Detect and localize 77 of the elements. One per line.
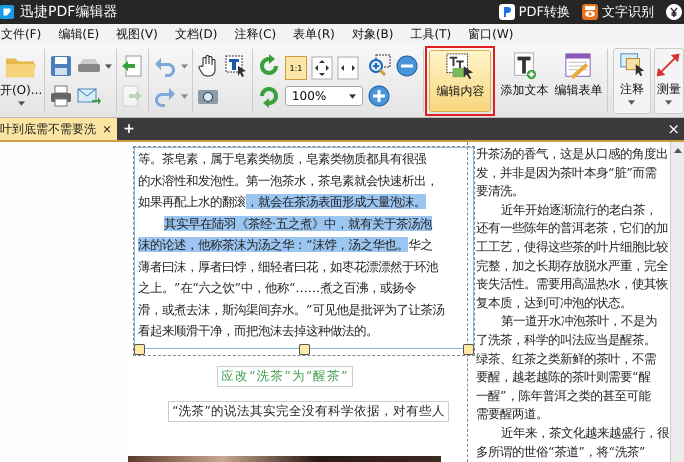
scrollbar[interactable]: [670, 142, 684, 462]
page-arrow-icon[interactable]: [120, 54, 144, 78]
text-line: 看起来顺滑干净，而把泡沫去掉这种做法的。: [138, 322, 379, 340]
text-line: 了洗茶，科学的叫法应当是醒茶。: [476, 330, 657, 349]
app-logo-icon: [0, 4, 14, 20]
text-line: 沫的论述，他称茶沫为汤之华：“沫饽，汤之华也。华之: [138, 236, 434, 254]
text-line: 一醒”，陈年普洱之类的甚至可能: [476, 386, 652, 405]
zoom-in-icon[interactable]: [366, 84, 391, 108]
title-action-button[interactable]: PDF转换: [492, 3, 576, 21]
caret-icon: [180, 94, 188, 98]
menu-item[interactable]: 文档(D): [174, 26, 218, 43]
text-line: 还有一些陈年的普洱老茶，它们的加: [476, 219, 669, 238]
caret-icon: [348, 94, 356, 98]
text-line: 工工艺，使得这些茶的叶片细胞比较: [476, 238, 669, 256]
caret-icon: [628, 100, 636, 105]
zoom-field[interactable]: 100%: [284, 86, 363, 106]
caret-icon: [18, 101, 25, 106]
text-line: 的水溶性和发泡性。第一泡茶水，茶皂素就会快速析出，: [138, 172, 439, 190]
edit-content-button[interactable]: 编辑内容: [429, 50, 492, 112]
zoom-out-icon[interactable]: [394, 54, 419, 78]
text-line: 薄者曰沫，厚者曰饽，细轻者曰花，如枣花漂漂然于环池: [138, 258, 440, 276]
measure-button[interactable]: 测量: [654, 48, 684, 114]
annotate-button[interactable]: 注释: [612, 48, 651, 114]
caret-icon: [180, 64, 188, 68]
text-block-frame[interactable]: [133, 146, 475, 356]
text-line: 要醒，越老越陈的茶叶则需要“醒: [476, 368, 652, 386]
text-line: 升茶汤的香气，这是从口感的角度出: [476, 145, 669, 163]
text-line: 近年来，茶文化越来越盛行，很: [500, 424, 669, 442]
text-select-icon[interactable]: [224, 54, 248, 78]
menu-item[interactable]: 视图(V): [116, 26, 158, 43]
resize-handle[interactable]: [463, 344, 474, 354]
new-tab-button[interactable]: +: [123, 121, 135, 137]
menu-item[interactable]: 编辑(E): [58, 26, 100, 43]
menu-item[interactable]: 工具(T): [410, 26, 452, 43]
text-line: 如果再配上水的翻滚，就会在茶汤表面形成大量泡沫。: [138, 193, 427, 211]
document-tab[interactable]: 叶到底需不需要洗 ×: [0, 118, 118, 140]
form-pencil-icon: [563, 52, 594, 80]
edit-text-icon: [445, 53, 476, 81]
edit-form-button[interactable]: 编辑表单: [551, 50, 606, 112]
text-line: 之上。”在“六之饮”中，他称“……煮之百沸，或扬令: [138, 279, 418, 297]
text-line: 多所谓的世俗“茶道”，将“洗茶”: [476, 442, 646, 460]
text-line: 丧失活性。需要用高温热水，使其恢: [476, 275, 669, 294]
menu-item[interactable]: 表单(R): [293, 26, 335, 43]
text-line: 需要醒两道。: [476, 405, 549, 424]
zoom-area-icon[interactable]: [366, 54, 391, 78]
close-tab-button[interactable]: ×: [102, 122, 112, 136]
caption-text: 应改“洗茶”为“醒茶”: [217, 366, 353, 386]
caret-icon: [665, 100, 672, 105]
add-text-button[interactable]: 添加文本: [497, 50, 552, 112]
menu-item[interactable]: 窗口(W): [468, 26, 514, 43]
resize-handle[interactable]: [134, 344, 145, 354]
text-line: 滑，或煮去沫，斯沟渠间弃水。”可见他是批评为了让茶汤: [138, 300, 444, 318]
text-line: 等。茶皂素，属于皂素类物质，皂素类物质都具有很强: [138, 150, 428, 168]
window-title: 迅捷PDF编辑器: [20, 3, 118, 21]
close-button[interactable]: ×: [667, 120, 680, 138]
text-line: 近年开始逐渐流行的老白茶，: [500, 200, 658, 219]
text-line: 发，并非是因为茶叶本身“脏”而需: [476, 164, 658, 182]
open-button[interactable]: 开(O)...: [0, 50, 42, 112]
resize-handle[interactable]: [299, 344, 310, 354]
menu-item[interactable]: 文件(F): [1, 26, 42, 43]
actual-size-button[interactable]: 1:1: [284, 56, 307, 80]
menu-item[interactable]: 对象(B): [352, 26, 394, 43]
eye-icon: [582, 4, 598, 20]
fit-width-icon[interactable]: [336, 56, 359, 80]
menu-item[interactable]: 注释(C): [234, 26, 276, 43]
text-line: 第一道开水冲泡茶叶，不是为: [500, 312, 658, 330]
yen-icon[interactable]: [666, 4, 682, 20]
text-line: 绿茶、红茶之类新鲜的茶叶，不需: [476, 350, 657, 368]
printer-icon[interactable]: [48, 84, 73, 108]
title-action-button[interactable]: 文字识别: [576, 3, 660, 21]
caret-icon: [104, 64, 112, 68]
text-line: 要清洗。: [476, 182, 525, 200]
scroll-up-icon[interactable]: [674, 148, 682, 153]
text-line: 完整，加之长期存放脱水严重，完全: [476, 256, 669, 275]
p-logo-icon: [498, 4, 515, 20]
fit-page-icon[interactable]: [310, 56, 333, 80]
text-line: 复本质，达到可冲泡的状态。: [476, 294, 633, 312]
